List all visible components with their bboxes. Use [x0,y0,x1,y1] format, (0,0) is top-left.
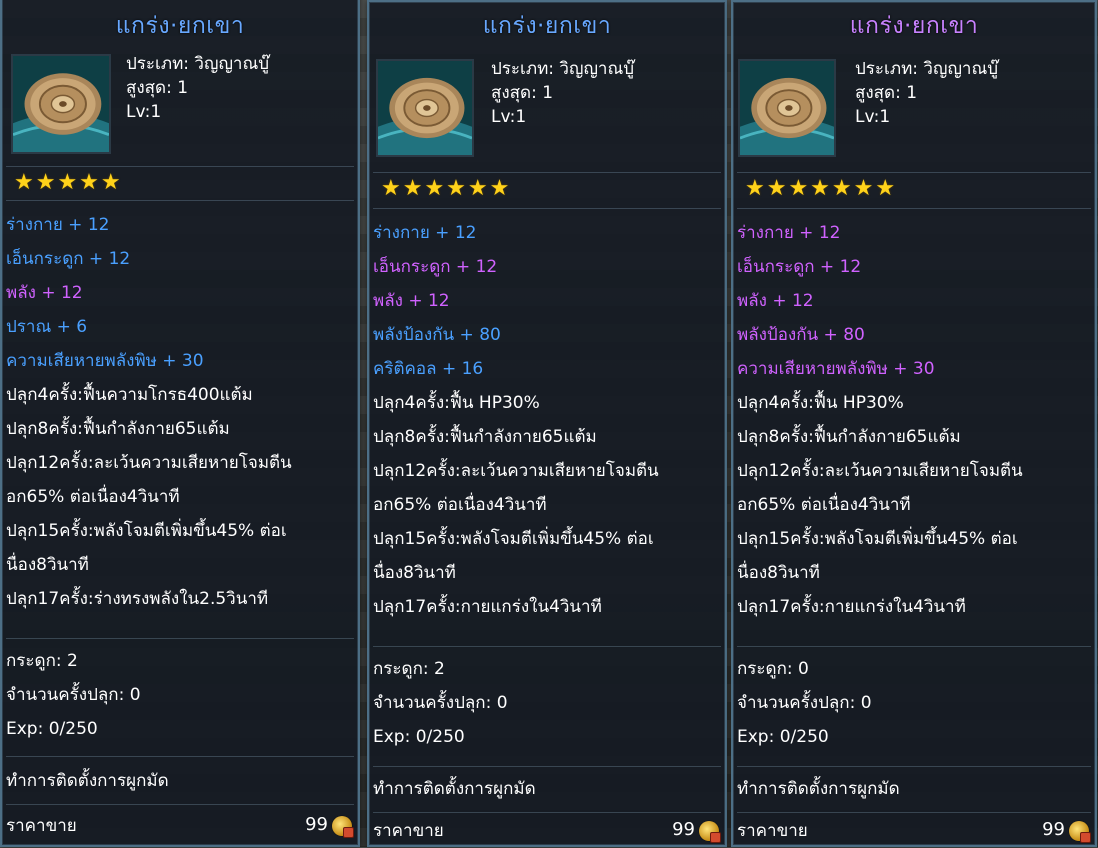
stat-line: เอ็นกระดูก + 12 [737,257,862,277]
item-meta: ประเภท: วิญญาณบู๊ สูงสุด: 1 Lv:1 [126,52,269,124]
awaken-count: จำนวนครั้งปลุก: 0 [737,693,872,713]
item-type: ประเภท: วิญญาณบู๊ [126,54,270,74]
awaken-bonus-line: นื่อง8วินาที [737,563,820,583]
bone-count: กระดูก: 2 [373,659,445,679]
awaken-bonus-line: นื่อง8วินาที [6,555,89,575]
item-title: แกร่ง·ยกเขา [849,13,979,39]
divider [373,208,721,209]
price-value: 99 [1042,819,1065,840]
awaken-bonus-line: ปลุก17ครั้ง:ร่างทรงพลังใน2.5วินาที [6,589,269,609]
price-label: ราคาขาย [373,821,444,841]
awaken-bonus-line: อก65% ต่อเนื่อง4วินาที [373,495,547,515]
item-tooltip-2: แกร่ง·ยกเขา ประเภท: วิญญาณบู๊ สูงสุด: 1 … [367,0,727,847]
item-title: แกร่ง·ยกเขา [115,13,245,39]
item-max: สูงสุด: 1 [491,83,554,103]
price-label: ราคาขาย [737,821,808,841]
awaken-count: จำนวนครั้งปลุก: 0 [6,685,141,705]
awaken-bonus-line: ปลุก12ครั้ง:ละเว้นความเสียหายโจมตีน [373,461,659,481]
divider [6,756,354,757]
awaken-bonus-line: ปลุก15ครั้ง:พลังโจมตีเพิ่มขึ้น45% ต่อเ [737,529,1018,549]
stat-line: ร่างกาย + 12 [6,215,110,235]
awaken-bonus-line: ปลุก4ครั้ง:ฟื้น HP30% [737,393,904,413]
awaken-bonus-line: อก65% ต่อเนื่อง4วินาที [6,487,180,507]
stat-list: ร่างกาย + 12 เอ็นกระดูก + 12 พลัง + 12 พ… [373,216,725,624]
awaken-bonus-line: ปลุก8ครั้ง:ฟื้นกำลังกาย65แต้ม [373,427,597,447]
stat-line: ปราณ + 6 [6,317,88,337]
stat-line: พลังป้องกัน + 80 [373,325,501,345]
bind-status: ทำการติดตั้งการผูกมัด [737,779,900,799]
exp-value: Exp: 0/250 [737,727,829,747]
shield-icon [376,59,474,157]
divider [6,804,354,805]
item-title: แกร่ง·ยกเขา [482,13,612,39]
bind-status: ทำการติดตั้งการผูกมัด [6,771,169,791]
stat-line: ความเสียหายพลังพิษ + 30 [737,359,935,379]
exp-value: Exp: 0/250 [373,727,465,747]
stat-list: ร่างกาย + 12 เอ็นกระดูก + 12 พลัง + 12 ป… [6,208,358,616]
price-label: ราคาขาย [6,816,77,836]
divider [737,646,1091,647]
stat-line: ความเสียหายพลังพิษ + 30 [6,351,204,371]
stat-line: เอ็นกระดูก + 12 [6,249,131,269]
bone-count: กระดูก: 2 [6,651,78,671]
awaken-bonus-line: ปลุก17ครั้ง:กายแกร่งใน4วินาที [373,597,602,617]
star-rating: ★★★★★★ [381,176,512,201]
coin-icon [699,821,721,843]
awaken-count: จำนวนครั้งปลุก: 0 [373,693,508,713]
divider [737,208,1091,209]
stat-line: ร่างกาย + 12 [737,223,841,243]
divider [6,200,354,201]
stat-line: พลัง + 12 [6,283,83,303]
price-value: 99 [305,814,328,835]
divider [373,172,721,173]
item-level: Lv:1 [491,107,527,127]
divider [6,166,354,167]
shield-icon [738,59,836,157]
item-tooltip-3: แกร่ง·ยกเขา ประเภท: วิญญาณบู๊ สูงสุด: 1 … [731,0,1097,847]
exp-value: Exp: 0/250 [6,719,98,739]
bone-count: กระดูก: 0 [737,659,809,679]
divider [373,812,721,813]
coin-icon [332,816,354,838]
item-max: สูงสุด: 1 [855,83,918,103]
item-level: Lv:1 [126,102,162,122]
stat-line: พลัง + 12 [737,291,814,311]
price-value: 99 [672,819,695,840]
divider [737,812,1091,813]
star-rating: ★★★★★★★ [745,176,898,201]
awaken-bonus-line: นื่อง8วินาที [373,563,456,583]
awaken-bonus-line: ปลุก8ครั้ง:ฟื้นกำลังกาย65แต้ม [6,419,230,439]
divider [737,172,1091,173]
stat-line: พลัง + 12 [373,291,450,311]
item-max: สูงสุด: 1 [126,78,189,98]
item-level: Lv:1 [855,107,891,127]
awaken-bonus-line: ปลุก8ครั้ง:ฟื้นกำลังกาย65แต้ม [737,427,961,447]
awaken-bonus-line: ปลุก15ครั้ง:พลังโจมตีเพิ่มขึ้น45% ต่อเ [373,529,654,549]
divider [373,766,721,767]
awaken-bonus-line: ปลุก12ครั้ง:ละเว้นความเสียหายโจมตีน [6,453,292,473]
awaken-bonus-line: ปลุก17ครั้ง:กายแกร่งใน4วินาที [737,597,966,617]
star-rating: ★★★★★ [14,170,123,195]
awaken-bonus-line: ปลุก15ครั้ง:พลังโจมตีเพิ่มขึ้น45% ต่อเ [6,521,287,541]
stat-line: คริติคอล + 16 [373,359,484,379]
divider [373,646,721,647]
item-tooltip-1: แกร่ง·ยกเขา ประเภท: วิญญาณบู๊ สูงสุด: 1 … [0,0,360,847]
awaken-bonus-line: ปลุก4ครั้ง:ฟื้นความโกรธ400แต้ม [6,385,253,405]
divider [6,638,354,639]
item-meta: ประเภท: วิญญาณบู๊ สูงสุด: 1 Lv:1 [491,57,634,129]
stat-line: เอ็นกระดูก + 12 [373,257,498,277]
bind-status: ทำการติดตั้งการผูกมัด [373,779,536,799]
item-type: ประเภท: วิญญาณบู๊ [491,59,635,79]
shield-icon [11,54,111,154]
stat-list: ร่างกาย + 12 เอ็นกระดูก + 12 พลัง + 12 พ… [737,216,1095,624]
awaken-bonus-line: ปลุก4ครั้ง:ฟื้น HP30% [373,393,540,413]
awaken-bonus-line: อก65% ต่อเนื่อง4วินาที [737,495,911,515]
item-type: ประเภท: วิญญาณบู๊ [855,59,999,79]
stat-line: ร่างกาย + 12 [373,223,477,243]
coin-icon [1069,821,1091,843]
stat-line: พลังป้องกัน + 80 [737,325,865,345]
item-meta: ประเภท: วิญญาณบู๊ สูงสุด: 1 Lv:1 [855,57,998,129]
awaken-bonus-line: ปลุก12ครั้ง:ละเว้นความเสียหายโจมตีน [737,461,1023,481]
divider [737,766,1091,767]
